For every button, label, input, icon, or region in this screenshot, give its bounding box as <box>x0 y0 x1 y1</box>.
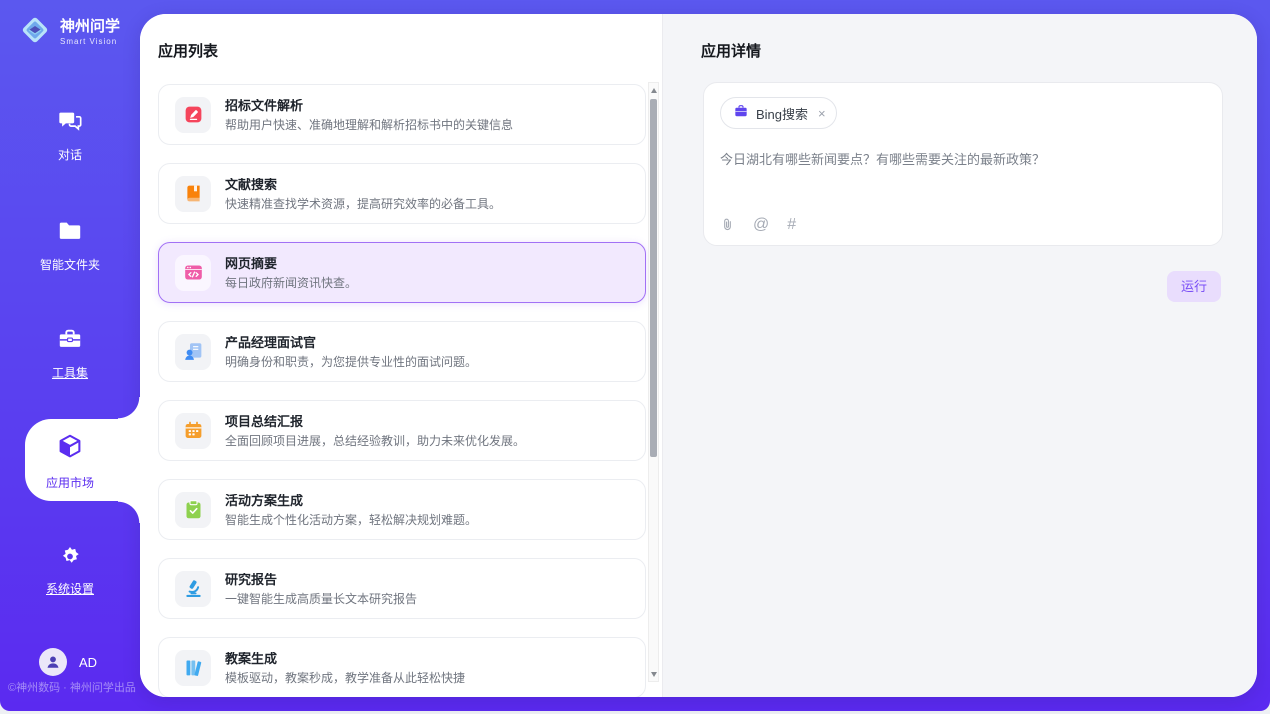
book-icon <box>175 176 211 212</box>
user-initials: AD <box>79 655 97 670</box>
prompt-card[interactable]: Bing搜索 × 今日湖北有哪些新闻要点？有哪些需要关注的最新政策？ @# <box>703 82 1223 246</box>
research-icon <box>175 571 211 607</box>
app-card[interactable]: 活动方案生成智能生成个性化活动方案，轻松解决规划难题。 <box>158 479 646 540</box>
scrollbar-thumb[interactable] <box>650 99 657 457</box>
sidebar-item-label: 应用市场 <box>46 474 94 491</box>
app-list-title: 应用列表 <box>158 40 218 61</box>
toolbox-icon <box>57 326 83 357</box>
chat-icon <box>57 108 83 139</box>
tool-chip[interactable]: Bing搜索 × <box>720 97 837 129</box>
diamond-logo-icon <box>18 13 52 52</box>
briefcase-icon <box>733 103 749 124</box>
app-window: 神州问学 Smart Vision 对话智能文件夹工具集应用市场系统设置 AD … <box>0 0 1270 714</box>
bubble-curve-top <box>118 397 140 419</box>
calendar-icon <box>175 413 211 449</box>
brand-logo: 神州问学 Smart Vision <box>18 13 120 52</box>
app-card-title: 研究报告 <box>225 573 417 586</box>
sidebar-item-label: 系统设置 <box>46 580 94 597</box>
app-card-title: 项目总结汇报 <box>225 415 525 428</box>
app-card-desc: 明确身份和职责，为您提供专业性的面试问题。 <box>225 356 477 368</box>
hash-icon[interactable]: # <box>787 217 796 233</box>
triangle-down-icon <box>651 672 657 677</box>
app-card-desc: 智能生成个性化活动方案，轻松解决规划难题。 <box>225 514 477 526</box>
sidebar-item-label: 对话 <box>58 146 82 163</box>
scrollbar-up-button[interactable] <box>649 84 658 96</box>
books-icon <box>175 650 211 686</box>
app-card-desc: 一键智能生成高质量长文本研究报告 <box>225 593 417 605</box>
app-card-title: 产品经理面试官 <box>225 336 477 349</box>
app-card[interactable]: 教案生成模板驱动，教案秒成，教学准备从此轻松快捷 <box>158 637 646 697</box>
user-avatar-icon <box>39 648 67 676</box>
attachment-icon[interactable] <box>720 216 735 233</box>
interview-icon <box>175 334 211 370</box>
sidebar-item-系统设置[interactable]: 系统设置 <box>0 542 140 597</box>
app-card-desc: 每日政府新闻资讯快查。 <box>225 277 357 289</box>
sidebar-item-对话[interactable]: 对话 <box>0 108 140 163</box>
app-card-title: 网页摘要 <box>225 257 357 270</box>
app-card[interactable]: 产品经理面试官明确身份和职责，为您提供专业性的面试问题。 <box>158 321 646 382</box>
browser-code-icon <box>175 255 211 291</box>
app-card-desc: 帮助用户快速、准确地理解和解析招标书中的关键信息 <box>225 119 513 131</box>
app-card-title: 招标文件解析 <box>225 99 513 112</box>
scrollbar-down-button[interactable] <box>649 668 658 680</box>
cube-icon <box>55 432 85 467</box>
app-card[interactable]: 网页摘要每日政府新闻资讯快查。 <box>158 242 646 303</box>
clipboard-check-icon <box>175 492 211 528</box>
bubble-curve-bottom <box>118 501 140 523</box>
sidebar-footer: ©神州数码 · 神州问学出品 <box>8 679 136 695</box>
app-card-list: 招标文件解析帮助用户快速、准确地理解和解析招标书中的关键信息文献搜索快速精准查找… <box>158 84 646 697</box>
app-list-scrollbar[interactable] <box>648 82 659 682</box>
brand-tagline: Smart Vision <box>60 37 120 46</box>
app-card[interactable]: 项目总结汇报全面回顾项目进展，总结经验教训，助力未来优化发展。 <box>158 400 646 461</box>
sidebar-item-label: 工具集 <box>52 364 88 381</box>
app-list-panel: 应用列表 招标文件解析帮助用户快速、准确地理解和解析招标书中的关键信息文献搜索快… <box>140 14 662 697</box>
folder-icon <box>57 218 83 249</box>
sidebar-item-智能文件夹[interactable]: 智能文件夹 <box>0 218 140 273</box>
app-card[interactable]: 研究报告一键智能生成高质量长文本研究报告 <box>158 558 646 619</box>
composer-toolbar: @# <box>720 216 796 233</box>
user-account[interactable]: AD <box>39 648 97 676</box>
pen-square-icon <box>175 97 211 133</box>
app-card-desc: 模板驱动，教案秒成，教学准备从此轻松快捷 <box>225 672 465 684</box>
app-card-title: 活动方案生成 <box>225 494 477 507</box>
sidebar: 神州问学 Smart Vision 对话智能文件夹工具集应用市场系统设置 AD … <box>0 0 140 711</box>
sidebar-item-应用市场[interactable]: 应用市场 <box>0 432 140 491</box>
gear-icon <box>57 542 83 573</box>
app-detail-panel: 应用详情 Bing搜索 × 今日湖北有哪些新闻要点？有哪些需要关注的最新政策？ … <box>662 14 1257 697</box>
app-card[interactable]: 文献搜索快速精准查找学术资源，提高研究效率的必备工具。 <box>158 163 646 224</box>
sidebar-item-工具集[interactable]: 工具集 <box>0 326 140 381</box>
mention-icon[interactable]: @ <box>753 217 769 233</box>
app-card-desc: 全面回顾项目进展，总结经验教训，助力未来优化发展。 <box>225 435 525 447</box>
app-card-desc: 快速精准查找学术资源，提高研究效率的必备工具。 <box>225 198 501 210</box>
triangle-up-icon <box>651 88 657 93</box>
app-card[interactable]: 招标文件解析帮助用户快速、准确地理解和解析招标书中的关键信息 <box>158 84 646 145</box>
query-text[interactable]: 今日湖北有哪些新闻要点？有哪些需要关注的最新政策？ <box>720 151 1206 169</box>
app-card-title: 教案生成 <box>225 652 465 665</box>
close-icon[interactable]: × <box>818 107 826 120</box>
run-button[interactable]: 运行 <box>1167 271 1221 302</box>
tool-chip-label: Bing搜索 <box>756 104 808 123</box>
brand-name: 神州问学 <box>60 19 120 35</box>
main-content: 应用列表 招标文件解析帮助用户快速、准确地理解和解析招标书中的关键信息文献搜索快… <box>140 14 1257 697</box>
app-detail-title: 应用详情 <box>701 40 761 61</box>
sidebar-item-label: 智能文件夹 <box>40 256 100 273</box>
app-card-title: 文献搜索 <box>225 178 501 191</box>
